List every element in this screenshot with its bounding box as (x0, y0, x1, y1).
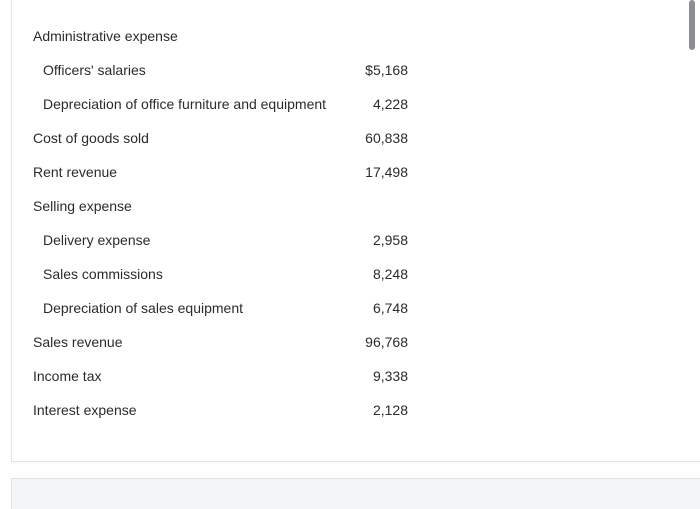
row-label: Rent revenue (33, 164, 118, 180)
row-label: Sales revenue (33, 334, 123, 350)
row-amount: 2,128 (372, 402, 408, 418)
row-amount: 6,748 (372, 300, 408, 316)
line-item-depreciation-sales-equipment: Depreciation of sales equipment 6,748 (0, 296, 700, 320)
row-amount: 9,338 (372, 368, 408, 384)
row-label: Officers' salaries (43, 62, 146, 78)
line-item-interest-expense: Interest expense 2,128 (0, 398, 700, 422)
line-item-income-tax: Income tax 9,338 (0, 364, 700, 388)
next-section-panel (11, 478, 700, 509)
row-amount: 4,228 (372, 96, 408, 112)
line-item-officers-salaries: Officers' salaries $5,168 (0, 58, 700, 82)
row-label: Delivery expense (43, 232, 151, 248)
row-label: Cost of goods sold (33, 130, 149, 146)
line-item-sales-revenue: Sales revenue 96,768 (0, 330, 700, 354)
row-label: Selling expense (33, 198, 132, 214)
row-label: Sales commissions (43, 266, 163, 282)
row-label: Administrative expense (33, 28, 178, 44)
row-amount: 17,498 (365, 164, 408, 180)
row-amount: 60,838 (365, 130, 408, 146)
line-item-delivery-expense: Delivery expense 2,958 (0, 228, 700, 252)
line-item-rent-revenue: Rent revenue 17,498 (0, 160, 700, 184)
line-item-cost-of-goods-sold: Cost of goods sold 60,838 (0, 126, 700, 150)
section-header-administrative-expense: Administrative expense (0, 24, 700, 48)
row-label: Income tax (33, 368, 102, 384)
row-amount: 8,248 (372, 266, 408, 282)
row-label: Interest expense (33, 402, 137, 418)
line-item-depreciation-office-furniture: Depreciation of office furniture and equ… (0, 92, 700, 116)
row-label: Depreciation of sales equipment (43, 300, 244, 316)
row-amount: 96,768 (365, 334, 408, 350)
line-item-sales-commissions: Sales commissions 8,248 (0, 262, 700, 286)
row-amount: $5,168 (365, 62, 408, 78)
section-header-selling-expense: Selling expense (0, 194, 700, 218)
row-label: Depreciation of office furniture and equ… (43, 96, 327, 112)
row-amount: 2,958 (372, 232, 408, 248)
